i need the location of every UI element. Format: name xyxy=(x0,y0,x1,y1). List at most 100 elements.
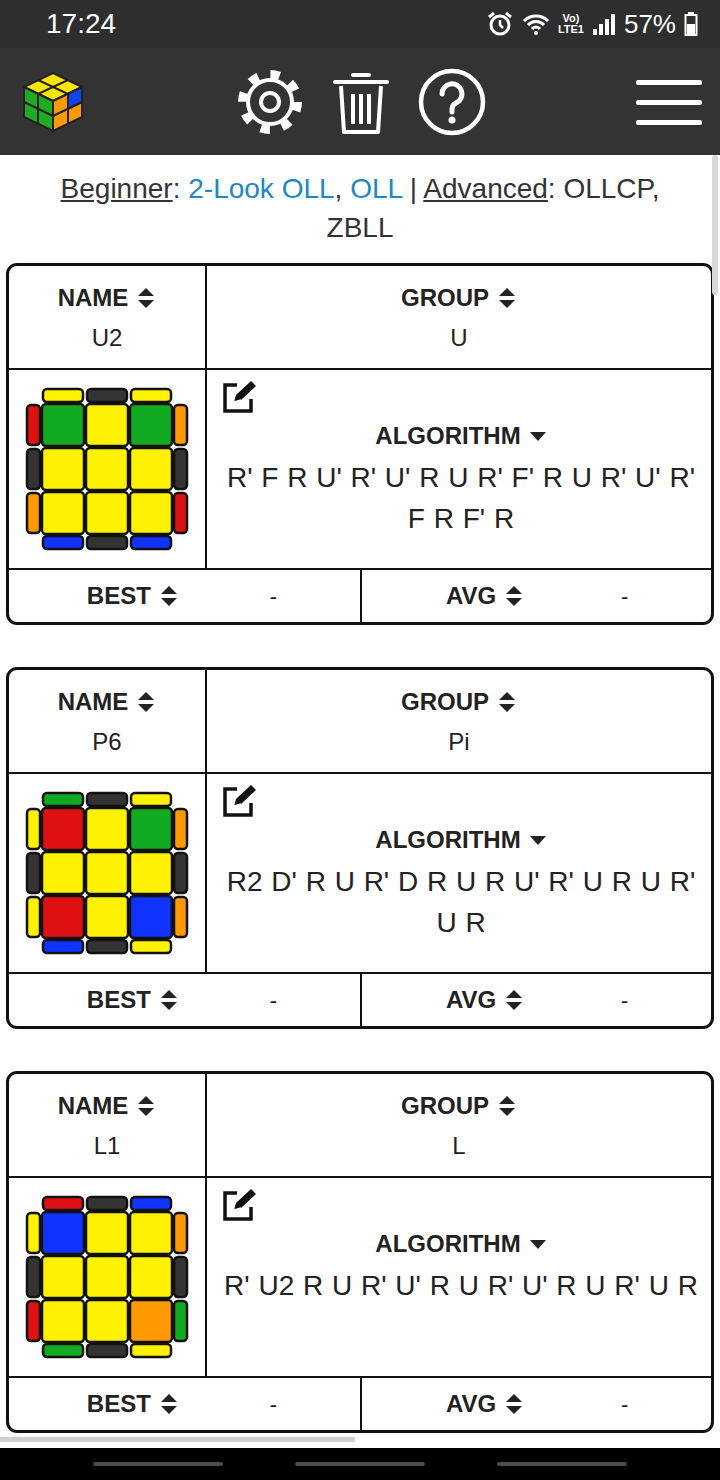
sort-icon[interactable] xyxy=(159,1393,179,1415)
face-sticker xyxy=(130,852,172,894)
column-header[interactable]: GROUP xyxy=(213,684,705,720)
column-header[interactable]: NAME xyxy=(15,1088,199,1124)
wifi-icon xyxy=(522,12,550,36)
caret-down-icon[interactable] xyxy=(529,1238,547,1250)
stat-header[interactable]: AVG xyxy=(362,982,578,1018)
cube-logo-icon[interactable] xyxy=(20,69,86,135)
side-sticker xyxy=(43,536,83,549)
algorithm-dropdown[interactable]: ALGORITHM xyxy=(221,418,701,454)
algorithm-header[interactable]: ALGORITHM xyxy=(375,822,520,858)
sort-icon[interactable] xyxy=(136,287,156,309)
network-label: Vo)LTE1 xyxy=(558,13,584,35)
sort-icon[interactable] xyxy=(504,1393,524,1415)
vertical-scrollbar[interactable] xyxy=(712,155,718,295)
caret-down-icon[interactable] xyxy=(529,430,547,442)
set-link[interactable]: 2-Look OLL xyxy=(188,173,334,204)
side-sticker xyxy=(87,940,127,953)
sort-icon[interactable] xyxy=(504,585,524,607)
avg-header[interactable]: AVG xyxy=(446,1386,496,1422)
column-header[interactable]: NAME xyxy=(15,280,199,316)
sort-icon[interactable] xyxy=(504,989,524,1011)
sort-icon[interactable] xyxy=(159,585,179,607)
help-icon[interactable] xyxy=(416,66,488,138)
sort-icon[interactable] xyxy=(159,989,179,1011)
stat-header[interactable]: AVG xyxy=(362,578,578,614)
group-cell: GROUPL xyxy=(207,1074,711,1176)
status-time: 17:24 xyxy=(46,3,116,45)
algorithm-text: R2 D' R U R' D R U R U' R' U R U R' U R xyxy=(221,862,701,943)
sort-icon[interactable] xyxy=(136,691,156,713)
item-separator: , xyxy=(652,173,660,204)
case-body-row: ALGORITHMR' U2 R U R' U' R U R' U' R U R… xyxy=(9,1178,711,1378)
name-header[interactable]: NAME xyxy=(58,1088,129,1124)
recent-apps-icon[interactable] xyxy=(93,1462,223,1466)
edit-icon[interactable] xyxy=(221,380,257,414)
edit-icon[interactable] xyxy=(221,784,257,818)
group-separator: | xyxy=(402,173,423,204)
side-sticker xyxy=(174,809,187,849)
best-header[interactable]: BEST xyxy=(87,982,151,1018)
stat-header[interactable]: AVG xyxy=(362,1386,578,1422)
label-suffix: : xyxy=(548,173,556,204)
stat-header[interactable]: BEST xyxy=(9,578,227,614)
edit-icon[interactable] xyxy=(221,1188,257,1222)
caret-down-icon[interactable] xyxy=(529,834,547,846)
set-link[interactable]: OLL xyxy=(350,173,402,204)
trash-icon[interactable] xyxy=(328,66,394,138)
case-group: U xyxy=(213,320,705,356)
best-header[interactable]: BEST xyxy=(87,578,151,614)
volte-label: Vo) xyxy=(562,13,579,24)
gear-icon[interactable] xyxy=(234,66,306,138)
set-name: OLLCP xyxy=(563,173,651,204)
side-sticker xyxy=(131,1197,171,1210)
avg-header[interactable]: AVG xyxy=(446,982,496,1018)
avg-header[interactable]: AVG xyxy=(446,578,496,614)
edit-row xyxy=(221,1188,701,1222)
back-icon[interactable] xyxy=(497,1462,627,1466)
sort-icon[interactable] xyxy=(497,287,517,309)
name-header[interactable]: NAME xyxy=(58,280,129,316)
home-icon[interactable] xyxy=(295,1462,425,1466)
menu-icon[interactable] xyxy=(636,76,702,128)
algorithm-text: R' F R U' R' U' R U R' F' R U R' U' R' F… xyxy=(221,458,701,539)
case-diagram xyxy=(25,1195,189,1359)
set-links: Beginner: 2-Look OLL, OLL | Advanced: OL… xyxy=(0,155,720,259)
algorithm-header[interactable]: ALGORITHM xyxy=(375,1226,520,1262)
best-header[interactable]: BEST xyxy=(87,1386,151,1422)
algorithm-list: Beginner: 2-Look OLL, OLL | Advanced: OL… xyxy=(0,155,720,1448)
algorithm-dropdown[interactable]: ALGORITHM xyxy=(221,1226,701,1262)
toolbar-actions xyxy=(234,66,488,138)
face-sticker xyxy=(130,404,172,446)
algorithm-header[interactable]: ALGORITHM xyxy=(375,418,520,454)
side-sticker xyxy=(27,405,40,445)
face-sticker xyxy=(130,448,172,490)
column-header[interactable]: GROUP xyxy=(213,280,705,316)
set-name: ZBLL xyxy=(327,212,394,243)
name-cell: NAME P6 xyxy=(9,670,207,772)
side-sticker xyxy=(174,897,187,937)
horizontal-scrollbar[interactable] xyxy=(0,1437,355,1442)
side-sticker xyxy=(27,809,40,849)
side-sticker xyxy=(43,793,83,806)
column-header[interactable]: NAME xyxy=(15,684,199,720)
stat-header[interactable]: BEST xyxy=(9,1386,227,1422)
name-header[interactable]: NAME xyxy=(58,684,129,720)
alarm-icon xyxy=(486,10,514,38)
face-sticker xyxy=(130,1256,172,1298)
group-header[interactable]: GROUP xyxy=(401,1088,489,1124)
app-toolbar xyxy=(0,48,720,155)
sort-icon[interactable] xyxy=(497,1095,517,1117)
group-header[interactable]: GROUP xyxy=(401,280,489,316)
column-header[interactable]: GROUP xyxy=(213,1088,705,1124)
side-sticker xyxy=(27,853,40,893)
case-name: P6 xyxy=(15,724,199,760)
case-stats-row: BEST-AVG- xyxy=(9,570,711,622)
side-sticker xyxy=(43,389,83,402)
name-cell: NAMEL1 xyxy=(9,1074,207,1176)
sort-icon[interactable] xyxy=(136,1095,156,1117)
stat-header[interactable]: BEST xyxy=(9,982,227,1018)
algorithm-dropdown[interactable]: ALGORITHM xyxy=(221,822,701,858)
sort-icon[interactable] xyxy=(497,691,517,713)
best-cell: BEST- xyxy=(9,974,360,1026)
group-header[interactable]: GROUP xyxy=(401,684,489,720)
